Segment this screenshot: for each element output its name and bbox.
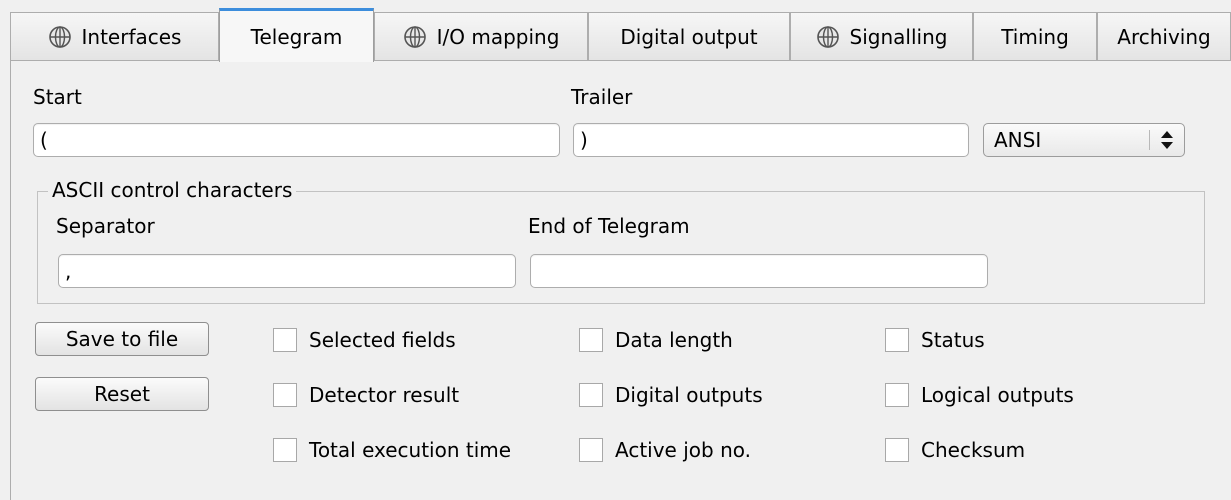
checkbox-selected-fields[interactable]: Selected fields <box>273 325 456 355</box>
checkbox-label: Detector result <box>309 383 460 407</box>
tab-digital-output[interactable]: Digital output <box>588 12 790 60</box>
checkbox-status[interactable]: Status <box>885 325 985 355</box>
tab-label: Telegram <box>250 24 343 49</box>
checkbox-label: Selected fields <box>309 328 456 352</box>
checkbox-label: Digital outputs <box>615 383 763 407</box>
tab-label: Archiving <box>1117 24 1211 49</box>
tab-signalling[interactable]: Signalling <box>790 12 973 60</box>
checkbox-label: Data length <box>615 328 733 352</box>
ascii-control-group: ASCII control characters Separator End o… <box>37 178 1205 304</box>
combo-separator <box>1149 130 1150 150</box>
group-title: ASCII control characters <box>48 178 297 202</box>
trailer-input[interactable] <box>573 123 969 157</box>
separator-input[interactable] <box>58 254 516 288</box>
checkbox-label: Total execution time <box>309 438 512 462</box>
telegram-panel: Start Trailer ANSI ASCII control charact… <box>10 60 1231 500</box>
separator-label: Separator <box>56 214 155 238</box>
tab-interfaces[interactable]: Interfaces <box>10 12 219 60</box>
checkbox-checksum[interactable]: Checksum <box>885 435 1025 465</box>
checkbox-box[interactable] <box>273 383 297 407</box>
tab-label: Signalling <box>849 24 948 49</box>
checkbox-box[interactable] <box>885 383 909 407</box>
encoding-select[interactable]: ANSI <box>983 123 1185 157</box>
checkbox-label: Checksum <box>921 438 1026 462</box>
checkbox-box[interactable] <box>273 438 297 462</box>
checkbox-digital-outputs[interactable]: Digital outputs <box>579 380 763 410</box>
save-to-file-button[interactable]: Save to file <box>35 322 209 356</box>
checkbox-box[interactable] <box>885 438 909 462</box>
up-down-arrows-icon <box>1161 131 1173 149</box>
checkbox-total-execution-time[interactable]: Total execution time <box>273 435 511 465</box>
tab-label: Interfaces <box>81 24 182 49</box>
tab-io-mapping[interactable]: I/O mapping <box>374 12 588 60</box>
end-of-telegram-label: End of Telegram <box>528 214 690 238</box>
tab-telegram[interactable]: Telegram <box>219 8 374 62</box>
checkbox-data-length[interactable]: Data length <box>579 325 733 355</box>
start-label: Start <box>33 85 82 109</box>
tab-label: Digital output <box>620 24 758 49</box>
reset-button[interactable]: Reset <box>35 377 209 411</box>
trailer-label: Trailer <box>571 85 633 109</box>
checkbox-label: Logical outputs <box>921 383 1074 407</box>
checkbox-label: Active job no. <box>615 438 751 462</box>
tab-timing[interactable]: Timing <box>973 12 1097 60</box>
checkbox-box[interactable] <box>273 328 297 352</box>
tab-label: Timing <box>1001 24 1069 49</box>
globe-icon <box>48 25 71 48</box>
globe-icon <box>816 25 839 48</box>
checkbox-label: Status <box>921 328 985 352</box>
start-input[interactable] <box>33 123 560 157</box>
tab-archiving[interactable]: Archiving <box>1097 12 1231 60</box>
tab-label: I/O mapping <box>436 24 560 49</box>
settings-window: Interfaces Telegram I/O mapping Digital … <box>0 0 1231 500</box>
tab-bar: Interfaces Telegram I/O mapping Digital … <box>10 8 1231 62</box>
checkbox-detector-result[interactable]: Detector result <box>273 380 459 410</box>
checkbox-box[interactable] <box>579 328 603 352</box>
checkbox-box[interactable] <box>579 438 603 462</box>
checkbox-box[interactable] <box>579 383 603 407</box>
checkbox-logical-outputs[interactable]: Logical outputs <box>885 380 1074 410</box>
globe-icon <box>403 25 426 48</box>
end-of-telegram-input[interactable] <box>530 254 988 288</box>
checkbox-active-job-no[interactable]: Active job no. <box>579 435 751 465</box>
checkbox-box[interactable] <box>885 328 909 352</box>
encoding-value: ANSI <box>994 128 1042 152</box>
